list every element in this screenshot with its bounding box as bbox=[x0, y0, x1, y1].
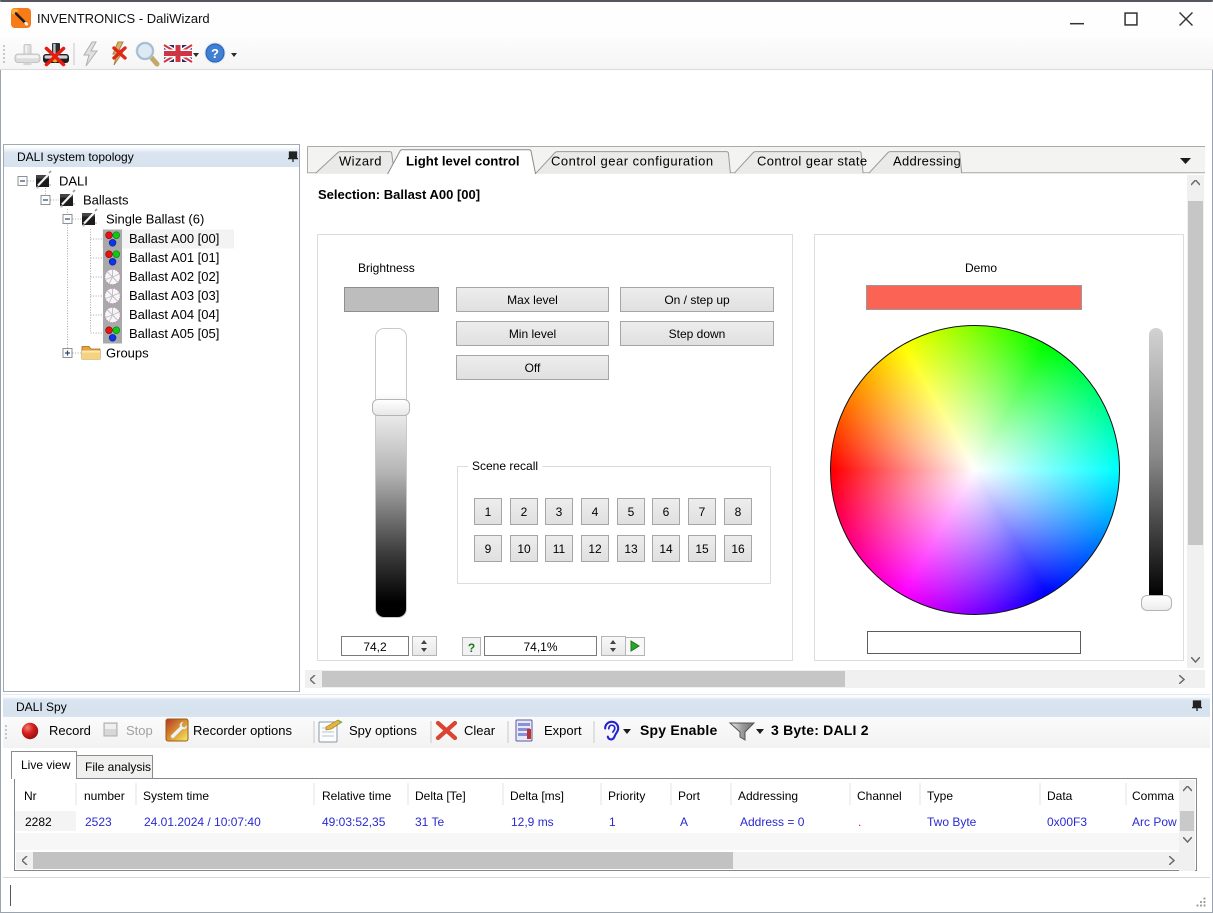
svg-text:Ballast A00 [00]: Ballast A00 [00] bbox=[129, 231, 219, 246]
svg-text:24.01.2024 / 10:07:40: 24.01.2024 / 10:07:40 bbox=[144, 815, 261, 829]
svg-text:A: A bbox=[680, 815, 688, 829]
svg-text:number: number bbox=[84, 789, 125, 803]
svg-text:2282: 2282 bbox=[25, 815, 52, 829]
svg-text:Channel: Channel bbox=[857, 789, 902, 803]
svg-text:3 Byte: DALI 2: 3 Byte: DALI 2 bbox=[771, 722, 869, 738]
svg-text:Relative time: Relative time bbox=[322, 789, 392, 803]
svg-text:Addressing: Addressing bbox=[893, 154, 961, 169]
svg-text:.: . bbox=[858, 815, 861, 829]
svg-text:Stop: Stop bbox=[126, 723, 153, 738]
svg-text:Ballasts: Ballasts bbox=[83, 193, 129, 208]
svg-text:Clear: Clear bbox=[464, 723, 496, 738]
svg-text:Ballast A01 [01]: Ballast A01 [01] bbox=[129, 250, 219, 265]
svg-text:1: 1 bbox=[609, 815, 616, 829]
svg-text:?: ? bbox=[211, 46, 219, 61]
svg-text:Recorder options: Recorder options bbox=[193, 723, 292, 738]
svg-text:31 Te: 31 Te bbox=[415, 815, 444, 829]
svg-text:Arc Pow: Arc Pow bbox=[1132, 815, 1177, 829]
svg-text:System time: System time bbox=[143, 789, 209, 803]
svg-text:Addressing: Addressing bbox=[738, 789, 798, 803]
svg-text:49:03:52,35: 49:03:52,35 bbox=[322, 815, 386, 829]
svg-text:Priority: Priority bbox=[608, 789, 645, 803]
svg-text:Control gear state: Control gear state bbox=[757, 154, 868, 169]
svg-text:Single Ballast (6): Single Ballast (6) bbox=[106, 212, 204, 227]
svg-text:DALI: DALI bbox=[59, 174, 88, 189]
svg-text:Record: Record bbox=[49, 723, 91, 738]
svg-text:Data: Data bbox=[1047, 789, 1073, 803]
svg-text:Spy options: Spy options bbox=[349, 723, 417, 738]
svg-text:Ballast A05 [05]: Ballast A05 [05] bbox=[129, 326, 219, 341]
svg-text:Ballast A04 [04]: Ballast A04 [04] bbox=[129, 307, 219, 322]
svg-text:0x00F3: 0x00F3 bbox=[1047, 815, 1087, 829]
svg-text:2523: 2523 bbox=[85, 815, 112, 829]
svg-text:Address = 0: Address = 0 bbox=[740, 815, 805, 829]
svg-text:Control gear configuration: Control gear configuration bbox=[551, 154, 714, 169]
svg-text:Groups: Groups bbox=[106, 346, 149, 361]
svg-text:Delta [ms]: Delta [ms] bbox=[510, 789, 564, 803]
svg-text:Ballast A03 [03]: Ballast A03 [03] bbox=[129, 288, 219, 303]
svg-text:Export: Export bbox=[544, 723, 582, 738]
svg-text:Port: Port bbox=[678, 789, 701, 803]
svg-text:Comma: Comma bbox=[1132, 789, 1174, 803]
svg-text:Spy Enable: Spy Enable bbox=[640, 722, 717, 738]
svg-text:Light level control: Light level control bbox=[406, 154, 520, 169]
svg-text:Delta [Te]: Delta [Te] bbox=[415, 789, 466, 803]
svg-text:12,9 ms: 12,9 ms bbox=[511, 815, 554, 829]
svg-text:Two Byte: Two Byte bbox=[927, 815, 977, 829]
svg-text:Ballast A02 [02]: Ballast A02 [02] bbox=[129, 269, 219, 284]
svg-text:Nr: Nr bbox=[24, 789, 37, 803]
svg-text:Type: Type bbox=[927, 789, 953, 803]
svg-text:Wizard: Wizard bbox=[339, 154, 382, 169]
